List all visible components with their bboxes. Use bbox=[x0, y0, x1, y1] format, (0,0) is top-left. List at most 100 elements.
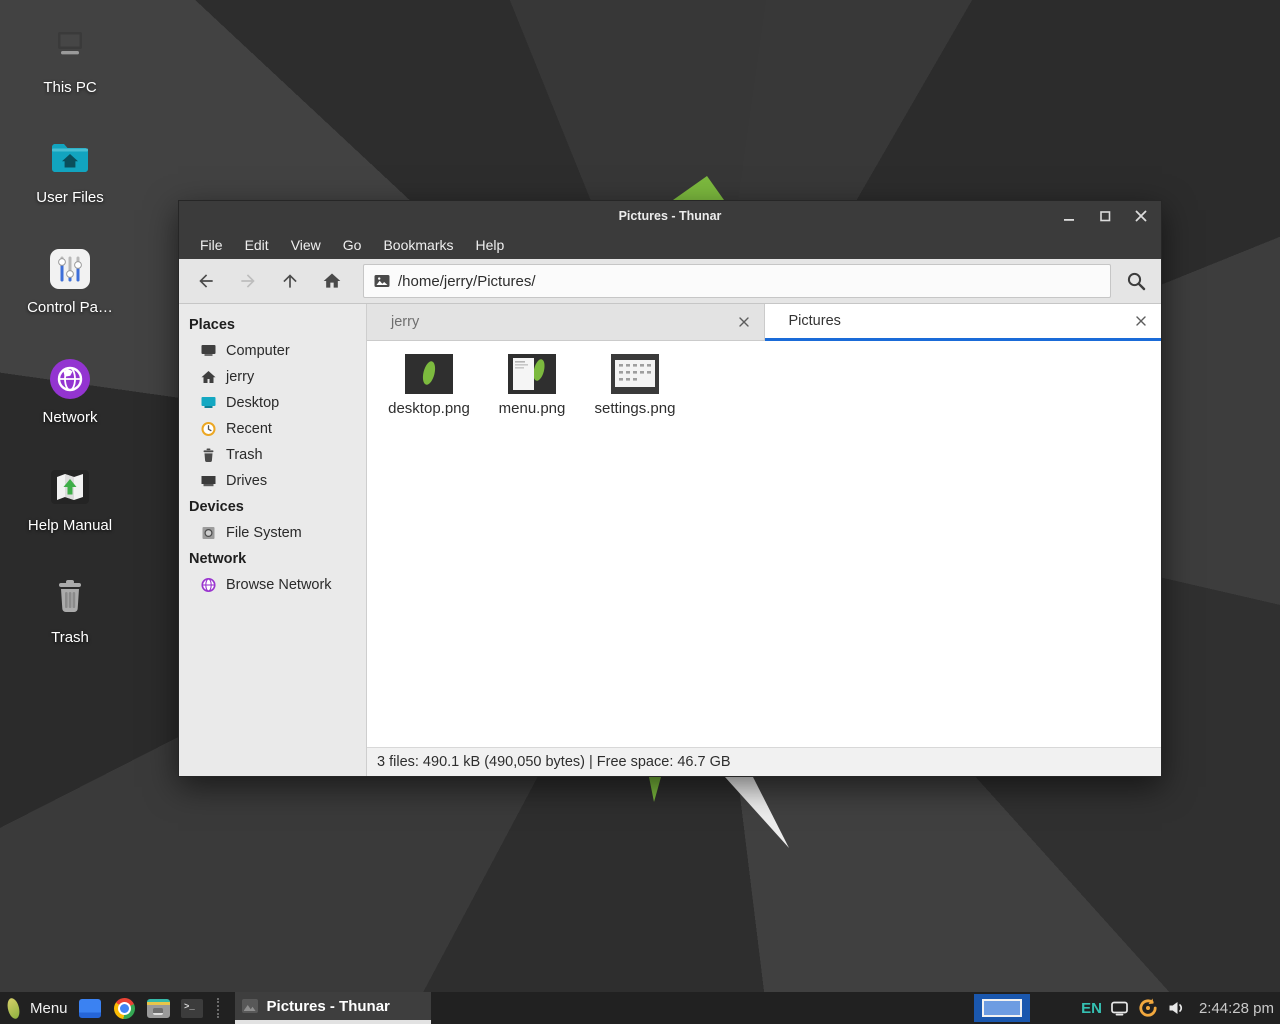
browse-network-globe-icon bbox=[200, 577, 217, 593]
clock[interactable]: 2:44:28 pm bbox=[1195, 1000, 1274, 1017]
home-icon bbox=[200, 369, 217, 385]
menu-go[interactable]: Go bbox=[332, 231, 373, 259]
mint-menu-logo-icon[interactable] bbox=[6, 996, 22, 1019]
window-titlebar[interactable]: Pictures - Thunar bbox=[179, 201, 1161, 231]
sidebar-item-desktop[interactable]: Desktop bbox=[179, 390, 366, 416]
file-name: menu.png bbox=[499, 400, 566, 417]
desktop-icon-label: Network bbox=[42, 409, 97, 426]
task-button-label: Pictures - Thunar bbox=[267, 998, 390, 1015]
back-arrow-icon bbox=[196, 271, 216, 291]
up-arrow-icon bbox=[280, 271, 300, 291]
home-icon bbox=[322, 271, 342, 291]
control-panel-icon bbox=[47, 246, 93, 292]
volume-icon[interactable] bbox=[1168, 1000, 1186, 1016]
launcher-chrome[interactable] bbox=[113, 998, 136, 1019]
file-list-view[interactable]: desktop.png menu.png bbox=[367, 341, 1161, 747]
sidebar-item-file-system[interactable]: File System bbox=[179, 520, 366, 546]
sidebar-item-recent[interactable]: Recent bbox=[179, 416, 366, 442]
tab-pictures[interactable]: Pictures bbox=[765, 304, 1162, 341]
file-name: desktop.png bbox=[388, 400, 470, 417]
path-bar[interactable]: /home/jerry/Pictures/ bbox=[363, 264, 1111, 298]
status-text: 3 files: 490.1 kB (490,050 bytes) | Free… bbox=[377, 754, 731, 770]
menubar: File Edit View Go Bookmarks Help bbox=[179, 231, 1161, 259]
desktop-icon-control-panel[interactable]: Control Pa… bbox=[8, 246, 132, 316]
filesystem-drive-icon bbox=[200, 525, 217, 541]
sidebar-item-label: Desktop bbox=[226, 395, 279, 411]
menu-button[interactable]: Menu bbox=[30, 1000, 68, 1017]
desktop-icon-trash[interactable]: Trash bbox=[8, 576, 132, 646]
file-name: settings.png bbox=[595, 400, 676, 417]
thunar-window: Pictures - Thunar File Edit View Go Book… bbox=[178, 200, 1162, 777]
settings-png-thumbnail bbox=[611, 354, 659, 394]
task-button-thunar[interactable]: Pictures - Thunar bbox=[235, 992, 431, 1024]
active-workspace bbox=[982, 999, 1022, 1017]
file-item-desktop-png[interactable]: desktop.png bbox=[381, 354, 477, 417]
desktop-icon-user-files[interactable]: User Files bbox=[8, 136, 132, 206]
file-item-menu-png[interactable]: menu.png bbox=[484, 354, 580, 417]
desktop-icon-help-manual[interactable]: Help Manual bbox=[8, 464, 132, 534]
file-item-settings-png[interactable]: settings.png bbox=[587, 354, 683, 417]
sidebar-item-trash[interactable]: Trash bbox=[179, 442, 366, 468]
launcher-file-manager[interactable] bbox=[147, 998, 170, 1019]
sidebar-item-jerry[interactable]: jerry bbox=[179, 364, 366, 390]
forward-arrow-icon bbox=[238, 271, 258, 291]
up-button[interactable] bbox=[271, 263, 309, 299]
launcher-terminal[interactable]: >_ bbox=[181, 998, 204, 1019]
menu-edit[interactable]: Edit bbox=[234, 231, 280, 259]
desktop-icon-this-pc[interactable]: This PC bbox=[8, 26, 132, 96]
tab-label: Pictures bbox=[789, 313, 841, 329]
workspace-switcher[interactable] bbox=[974, 994, 1030, 1022]
menu-bookmarks[interactable]: Bookmarks bbox=[372, 231, 464, 259]
sidebar-item-computer[interactable]: Computer bbox=[179, 338, 366, 364]
panel-separator-handle bbox=[217, 998, 224, 1018]
menu-file[interactable]: File bbox=[189, 231, 234, 259]
path-text: /home/jerry/Pictures/ bbox=[398, 273, 536, 290]
sidebar-item-drives[interactable]: Drives bbox=[179, 468, 366, 494]
sidebar-header-devices: Devices bbox=[179, 494, 366, 520]
blue-window-icon bbox=[79, 999, 101, 1018]
sidebar-item-label: Computer bbox=[226, 343, 290, 359]
folder-home-icon bbox=[47, 136, 93, 182]
sidebar-header-places: Places bbox=[179, 312, 366, 338]
close-icon[interactable] bbox=[1133, 208, 1149, 224]
menu-view[interactable]: View bbox=[280, 231, 332, 259]
keyboard-layout-indicator[interactable]: EN bbox=[1081, 1000, 1102, 1017]
drives-icon bbox=[200, 473, 217, 489]
tab-jerry[interactable]: jerry bbox=[367, 304, 765, 341]
sidebar-item-label: File System bbox=[226, 525, 302, 541]
desktop-display-icon bbox=[200, 395, 217, 411]
forward-button[interactable] bbox=[229, 263, 267, 299]
maximize-icon[interactable] bbox=[1097, 208, 1113, 224]
home-button[interactable] bbox=[313, 263, 351, 299]
terminal-icon: >_ bbox=[181, 999, 203, 1018]
desktop-icon-label: User Files bbox=[36, 189, 104, 206]
sidebar-item-label: Trash bbox=[226, 447, 263, 463]
desktop-icon-label: Help Manual bbox=[28, 517, 112, 534]
desktop-icon-label: Trash bbox=[51, 629, 89, 646]
search-button[interactable] bbox=[1115, 263, 1157, 299]
chrome-icon bbox=[114, 998, 135, 1019]
tab-close-icon[interactable] bbox=[1134, 314, 1148, 328]
network-globe-icon bbox=[47, 356, 93, 402]
desktop-png-thumbnail bbox=[405, 354, 453, 394]
menu-help[interactable]: Help bbox=[465, 231, 516, 259]
toolbar: /home/jerry/Pictures/ bbox=[179, 259, 1161, 304]
minimize-icon[interactable] bbox=[1061, 208, 1077, 224]
file-drawer-icon bbox=[147, 999, 170, 1018]
taskbar-panel: Menu >_ Pictures - Thunar EN 2:44:28 pm bbox=[0, 992, 1280, 1024]
image-file-icon bbox=[374, 274, 390, 288]
tab-close-icon[interactable] bbox=[737, 315, 751, 329]
display-tray-icon[interactable] bbox=[1111, 1001, 1128, 1016]
trash-icon bbox=[200, 447, 217, 463]
trash-can-icon bbox=[47, 576, 93, 622]
window-title: Pictures - Thunar bbox=[619, 209, 722, 223]
sidebar-item-browse-network[interactable]: Browse Network bbox=[179, 572, 366, 598]
sidebar-item-label: Recent bbox=[226, 421, 272, 437]
launcher-blue-app[interactable] bbox=[79, 998, 102, 1019]
menu-png-thumbnail bbox=[508, 354, 556, 394]
update-manager-icon[interactable] bbox=[1137, 997, 1159, 1019]
back-button[interactable] bbox=[187, 263, 225, 299]
tab-label: jerry bbox=[391, 314, 419, 330]
search-icon bbox=[1126, 271, 1147, 292]
desktop-icon-network[interactable]: Network bbox=[8, 356, 132, 426]
